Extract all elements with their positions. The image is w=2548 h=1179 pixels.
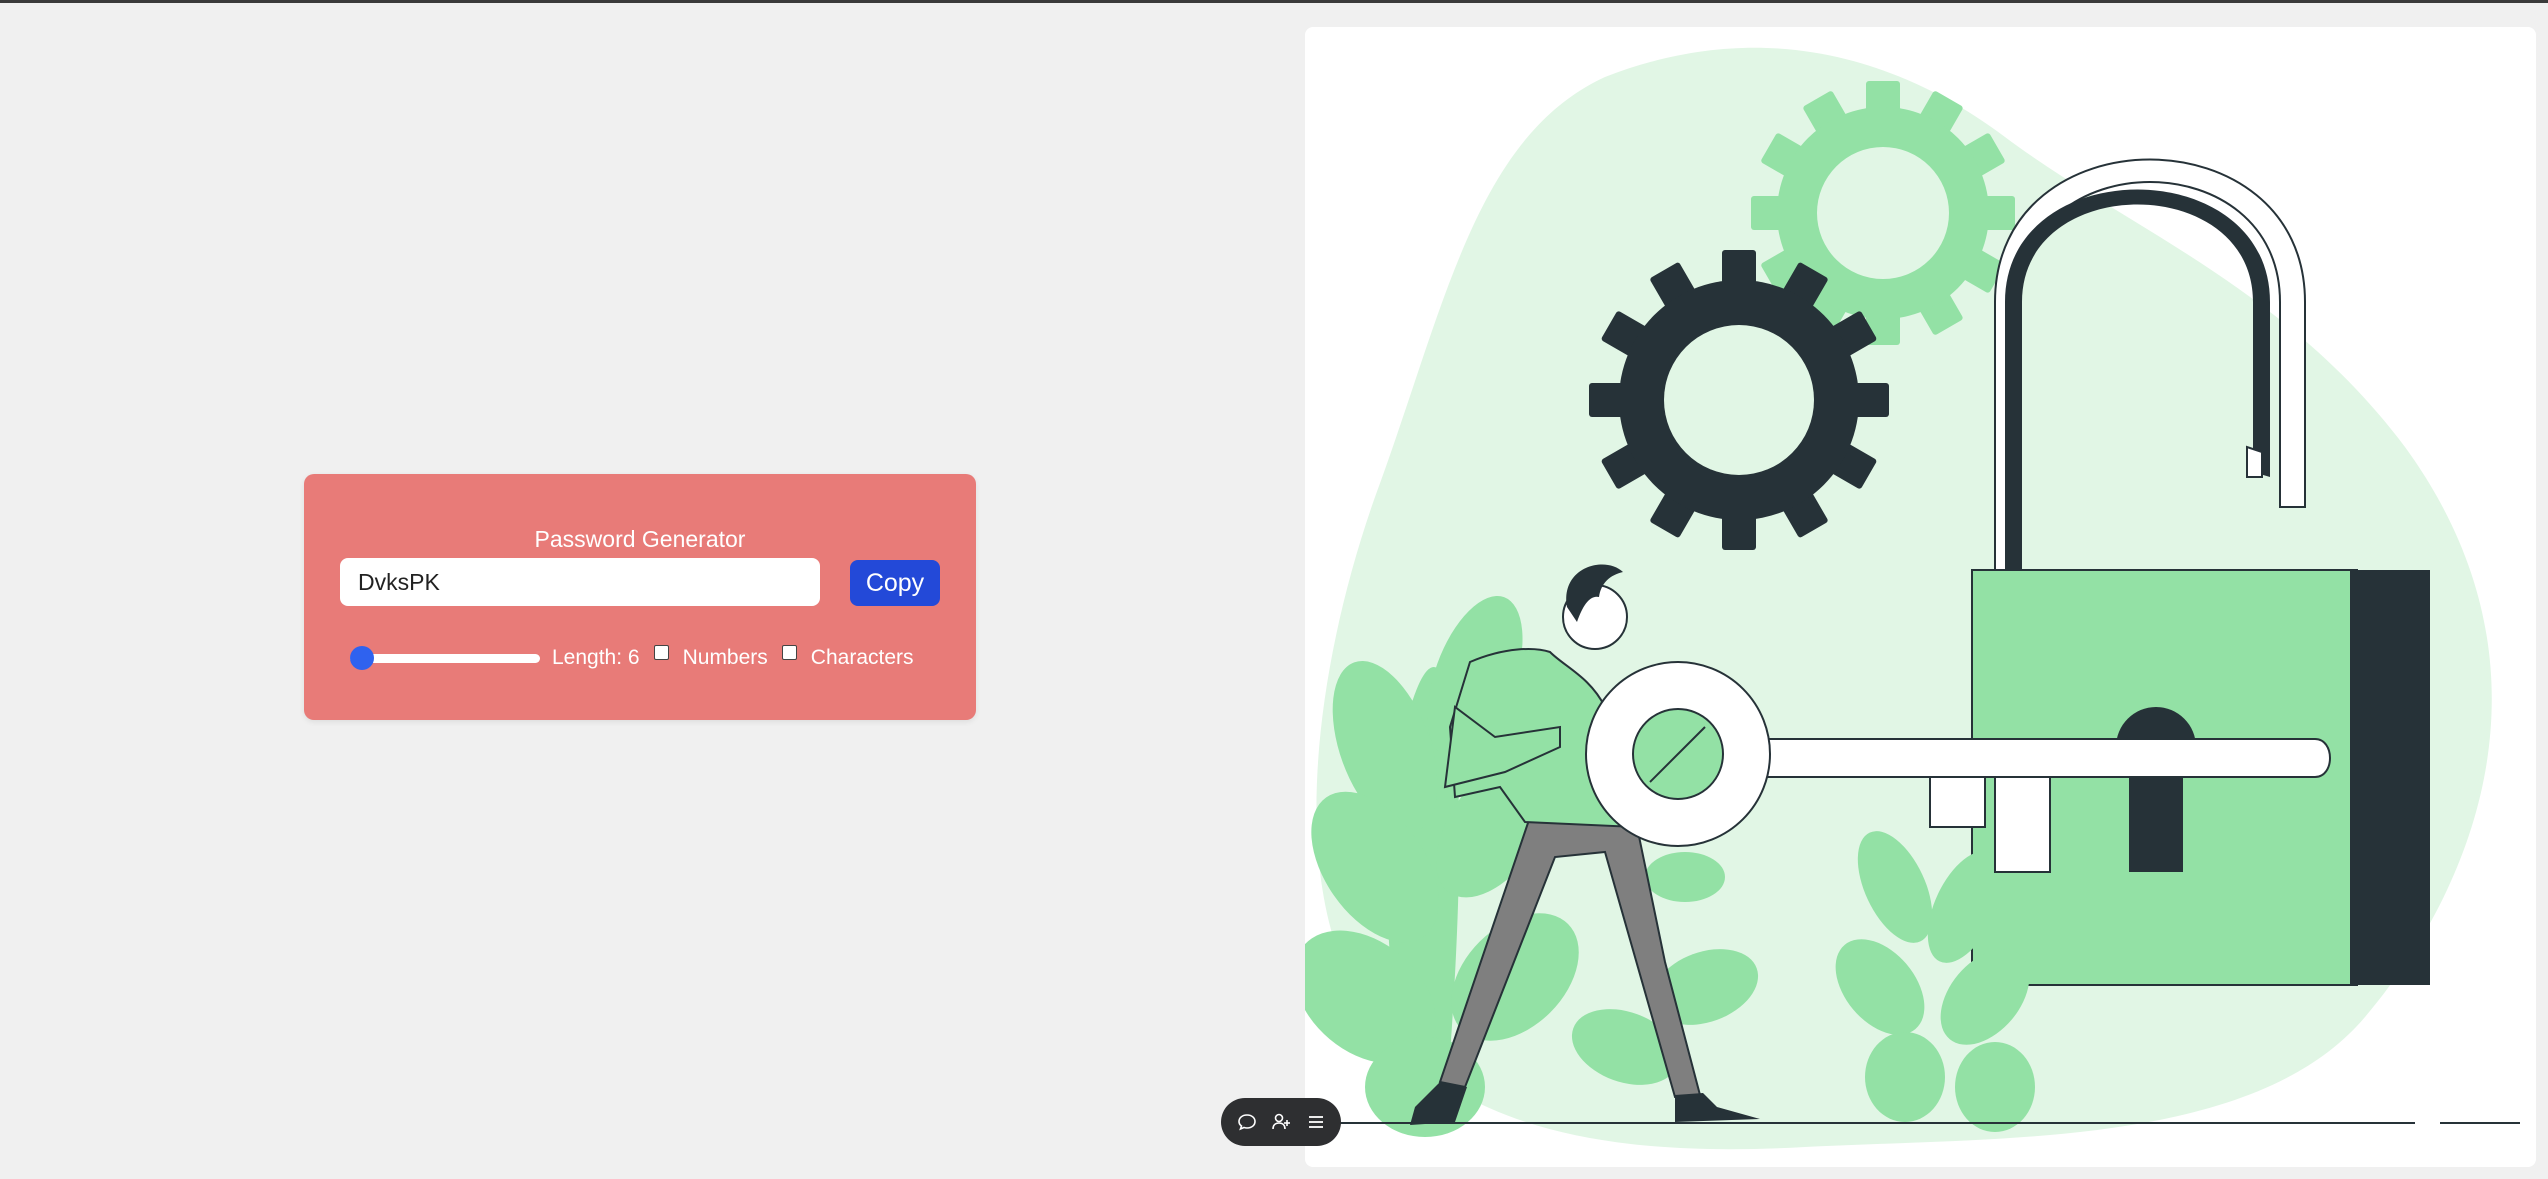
comment-icon xyxy=(1237,1114,1256,1131)
numbers-checkbox[interactable] xyxy=(653,644,669,660)
password-generator-card: Password Generator Copy Length: 6 Number… xyxy=(304,474,976,720)
slider-track xyxy=(350,654,540,663)
menu-button[interactable] xyxy=(1301,1107,1331,1137)
numbers-label: Numbers xyxy=(682,646,768,669)
menu-icon xyxy=(1308,1116,1323,1128)
floating-toolbar xyxy=(1221,1098,1341,1146)
add-person-button[interactable] xyxy=(1266,1107,1296,1137)
copy-button[interactable]: Copy xyxy=(850,560,940,606)
length-slider[interactable] xyxy=(350,642,540,674)
characters-label: Characters xyxy=(810,646,914,669)
password-field[interactable] xyxy=(340,558,820,606)
security-illustration xyxy=(1305,27,2536,1167)
card-title: Password Generator xyxy=(534,526,746,552)
window-top-border xyxy=(0,0,2548,3)
options-row: Length: 6 Numbers Characters xyxy=(340,642,960,674)
add-person-icon xyxy=(1272,1113,1290,1130)
slider-thumb[interactable] xyxy=(350,646,374,670)
length-label: Length: 6 xyxy=(552,646,640,669)
characters-checkbox[interactable] xyxy=(781,644,797,660)
comment-button[interactable] xyxy=(1232,1107,1262,1137)
